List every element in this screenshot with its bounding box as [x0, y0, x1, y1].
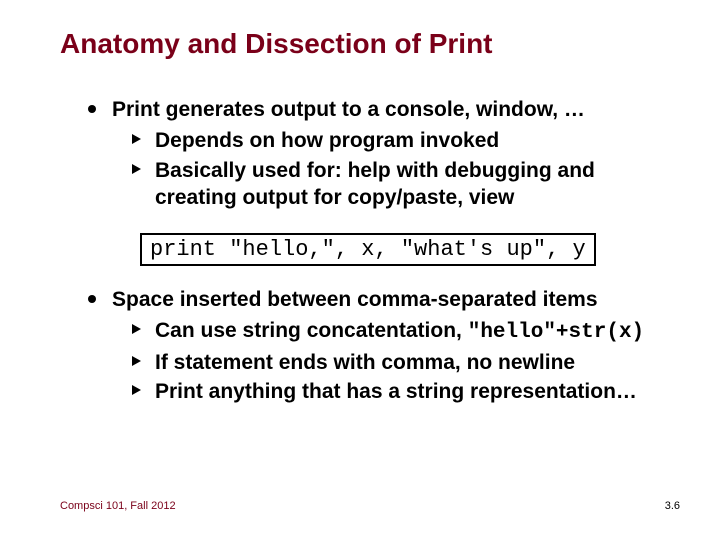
- bullet-text: Space inserted between comma-separated i…: [112, 286, 598, 313]
- slide-title: Anatomy and Dissection of Print: [60, 28, 680, 60]
- bullet-text: If statement ends with comma, no newline: [155, 349, 575, 376]
- slide-number: 3.6: [665, 500, 680, 512]
- bullet-level1: Space inserted between comma-separated i…: [88, 286, 680, 313]
- footer-left: Compsci 101, Fall 2012: [60, 500, 176, 512]
- triangle-icon: [132, 324, 141, 334]
- code-text: print "hello,", x, "what's up", y: [150, 237, 586, 262]
- bullet-text: Can use string concatentation, "hello"+s…: [155, 317, 644, 346]
- bullet-level2: Print anything that has a string represe…: [132, 378, 680, 405]
- triangle-icon: [132, 385, 141, 395]
- bullet-level2: Basically used for: help with debugging …: [132, 157, 680, 212]
- bullet-level1: Print generates output to a console, win…: [88, 96, 680, 123]
- code-box: print "hello,", x, "what's up", y: [140, 233, 596, 266]
- bullet-level2: Depends on how program invoked: [132, 127, 680, 154]
- text-span: Can use string concatentation,: [155, 319, 468, 342]
- bullet-level2: If statement ends with comma, no newline: [132, 349, 680, 376]
- code-inline: "hello"+str(x): [468, 321, 644, 344]
- bullet-text: Basically used for: help with debugging …: [155, 157, 680, 212]
- triangle-icon: [132, 164, 141, 174]
- dot-icon: [88, 295, 96, 303]
- bullet-text: Print generates output to a console, win…: [112, 96, 585, 123]
- bullet-text: Print anything that has a string represe…: [155, 378, 637, 405]
- triangle-icon: [132, 356, 141, 366]
- bullet-level2: Can use string concatentation, "hello"+s…: [132, 317, 680, 346]
- bullet-text: Depends on how program invoked: [155, 127, 499, 154]
- dot-icon: [88, 105, 96, 113]
- triangle-icon: [132, 134, 141, 144]
